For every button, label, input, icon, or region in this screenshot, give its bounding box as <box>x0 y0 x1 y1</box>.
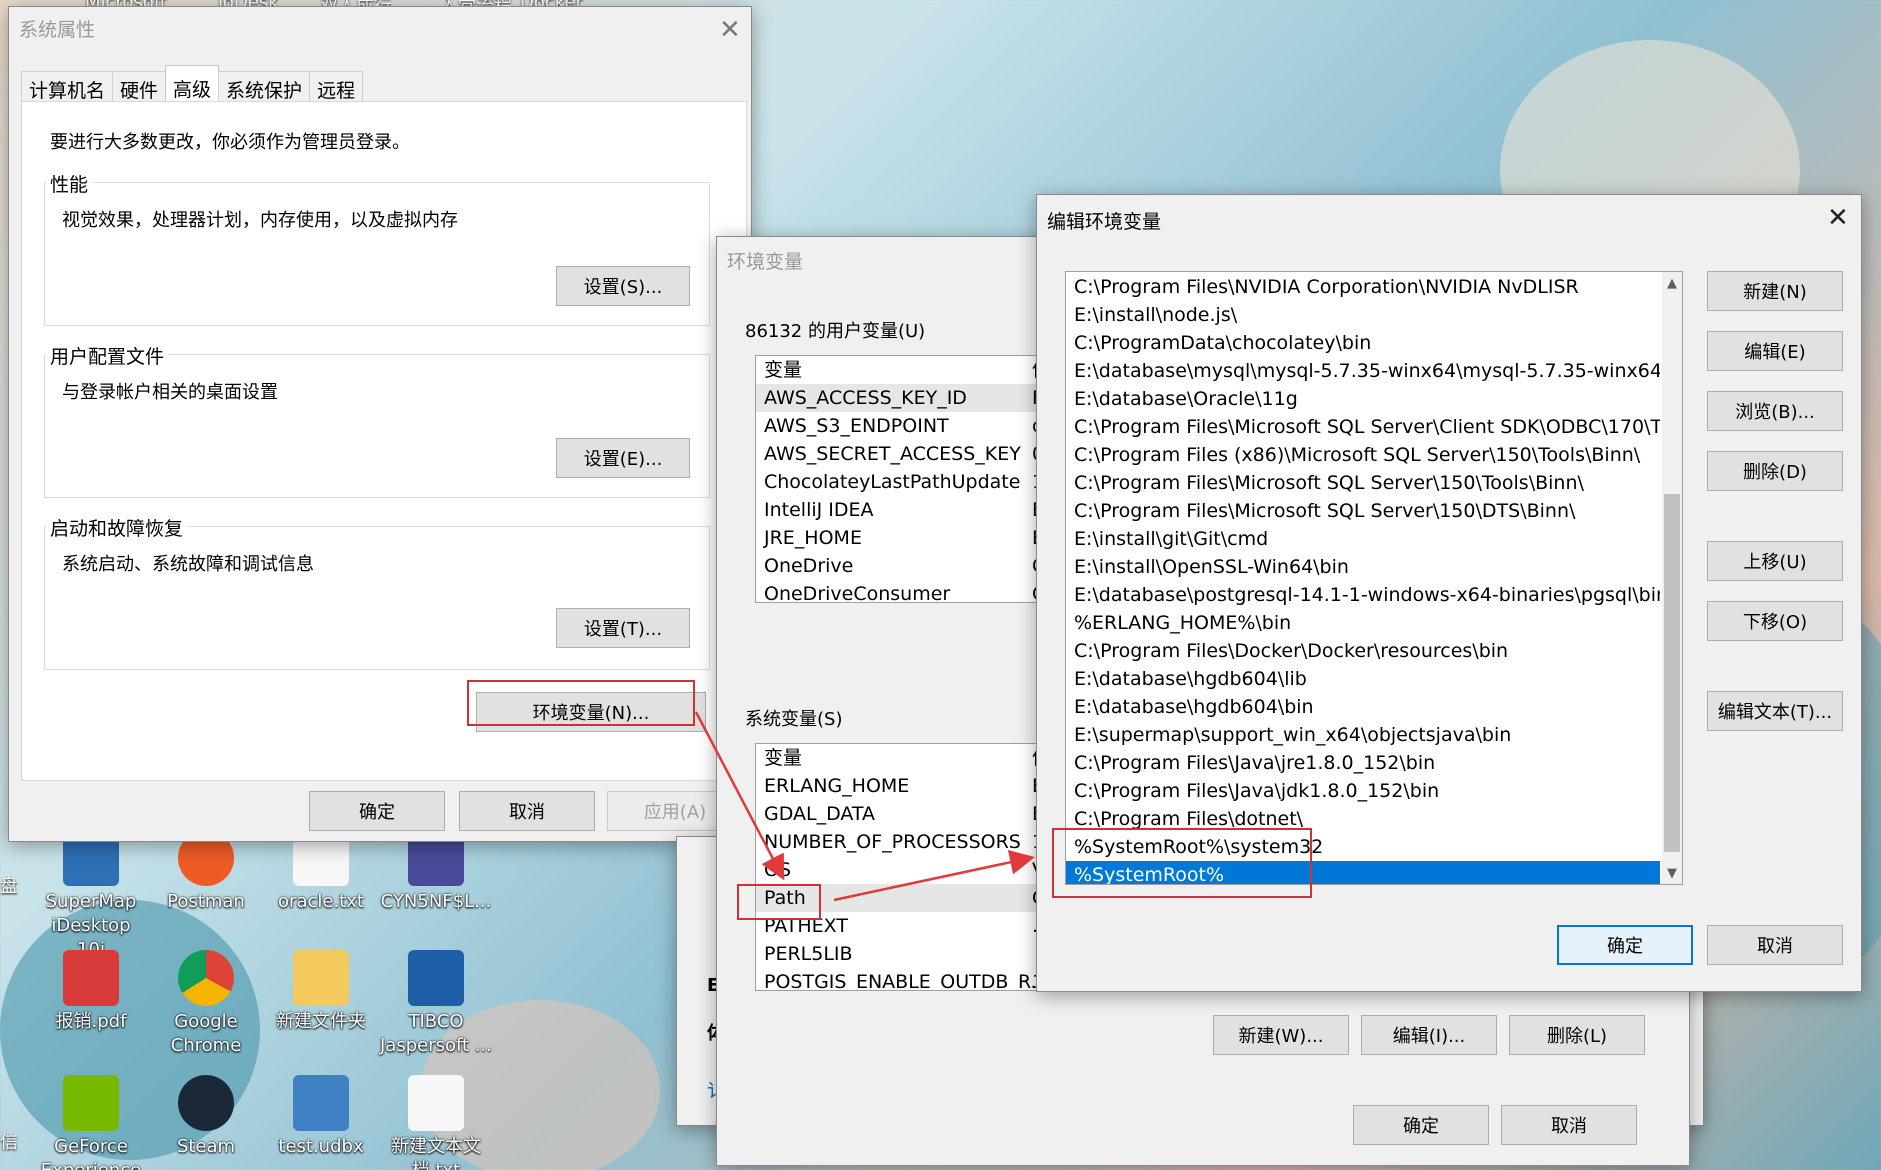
annotation-arrows <box>694 711 1035 902</box>
arrow-to-path <box>694 711 785 881</box>
arrow-to-systemroot <box>833 849 1035 902</box>
